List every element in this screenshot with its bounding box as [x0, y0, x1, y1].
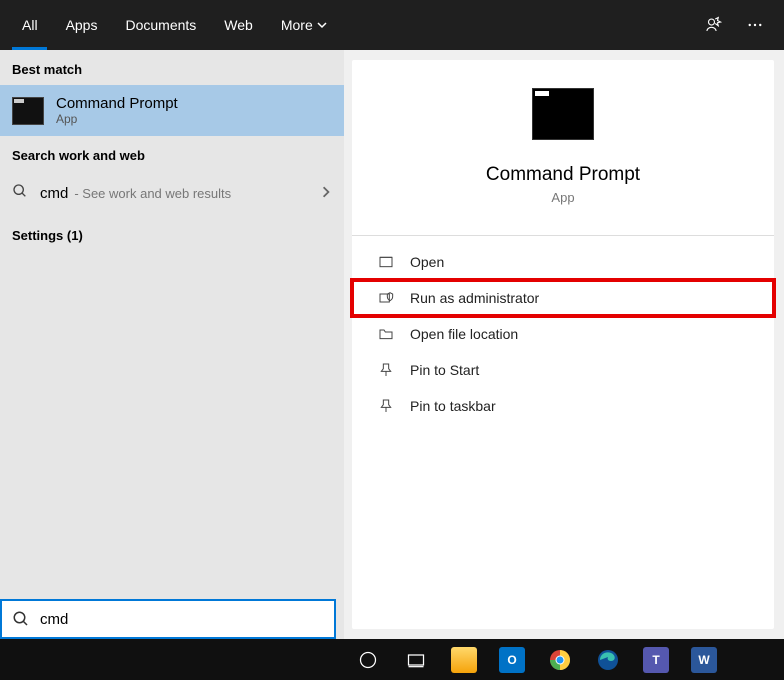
- web-result-hint: - See work and web results: [74, 186, 231, 201]
- section-search-work-web: Search work and web: [0, 136, 344, 171]
- search-tabs-bar: All Apps Documents Web More: [0, 0, 784, 50]
- open-icon: [378, 254, 394, 270]
- more-options-icon[interactable]: [734, 16, 776, 34]
- preview-subtitle: App: [551, 190, 574, 205]
- teams-icon[interactable]: T: [638, 642, 674, 678]
- result-command-prompt[interactable]: Command Prompt App: [0, 85, 344, 136]
- search-box[interactable]: [0, 599, 336, 639]
- word-icon[interactable]: W: [686, 642, 722, 678]
- section-best-match: Best match: [0, 50, 344, 85]
- action-list: Open Run as administrator Open file loca…: [352, 236, 774, 432]
- tab-documents[interactable]: Documents: [111, 0, 210, 50]
- preview-title: Command Prompt: [486, 164, 640, 186]
- outlook-icon[interactable]: O: [494, 642, 530, 678]
- chrome-icon[interactable]: [542, 642, 578, 678]
- action-pin-start-label: Pin to Start: [410, 362, 479, 378]
- action-run-admin-label: Run as administrator: [410, 290, 539, 306]
- search-icon: [12, 183, 28, 204]
- cmd-icon: [12, 97, 44, 125]
- action-pin-taskbar-label: Pin to taskbar: [410, 398, 496, 414]
- action-open-label: Open: [410, 254, 444, 270]
- section-settings[interactable]: Settings (1): [0, 216, 344, 251]
- divider: [352, 235, 774, 236]
- web-result-term: cmd: [40, 185, 68, 202]
- chevron-down-icon: [317, 20, 327, 30]
- result-title: Command Prompt: [56, 95, 178, 112]
- tab-all[interactable]: All: [8, 0, 52, 50]
- web-result-cmd[interactable]: cmd - See work and web results: [0, 171, 344, 216]
- action-pin-to-start[interactable]: Pin to Start: [352, 352, 774, 388]
- chevron-right-icon: [320, 185, 332, 203]
- result-subtitle: App: [56, 112, 178, 126]
- pin-start-icon: [378, 362, 394, 378]
- task-view-icon[interactable]: [398, 642, 434, 678]
- preview-cmd-icon: [532, 88, 594, 140]
- results-pane: Best match Command Prompt App Search wor…: [0, 50, 344, 639]
- action-pin-to-taskbar[interactable]: Pin to taskbar: [352, 388, 774, 424]
- action-open[interactable]: Open: [352, 244, 774, 280]
- cortana-icon[interactable]: [350, 642, 386, 678]
- search-input[interactable]: [40, 611, 324, 628]
- action-open-file-location[interactable]: Open file location: [352, 316, 774, 352]
- taskbar: O T W: [0, 639, 784, 680]
- feedback-icon[interactable]: [692, 16, 734, 34]
- pin-taskbar-icon: [378, 398, 394, 414]
- search-icon: [12, 610, 30, 628]
- action-open-location-label: Open file location: [410, 326, 518, 342]
- folder-icon: [378, 326, 394, 342]
- preview-pane: Command Prompt App Open Run as administr…: [352, 60, 774, 629]
- edge-icon[interactable]: [590, 642, 626, 678]
- file-explorer-icon[interactable]: [446, 642, 482, 678]
- tab-more-label: More: [281, 17, 313, 33]
- action-run-as-administrator[interactable]: Run as administrator: [352, 280, 774, 316]
- tab-apps[interactable]: Apps: [52, 0, 112, 50]
- shield-icon: [378, 290, 394, 306]
- tab-web[interactable]: Web: [210, 0, 267, 50]
- tab-more[interactable]: More: [267, 0, 341, 50]
